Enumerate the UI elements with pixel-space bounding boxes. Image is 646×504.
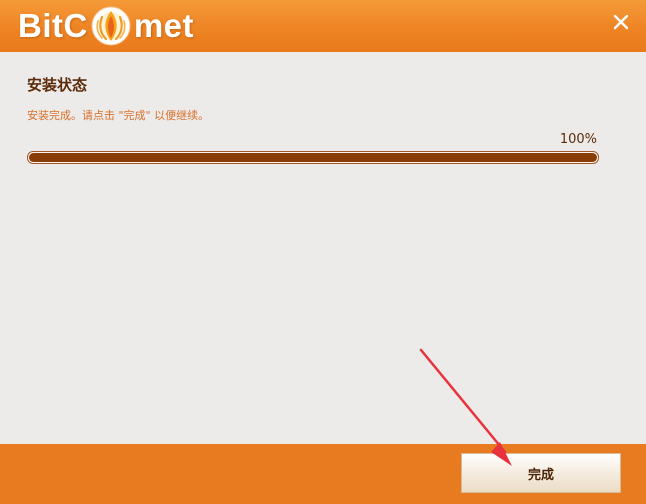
logo-text-suffix: met — [133, 7, 195, 44]
logo-text-prefix: BitC — [18, 7, 88, 44]
progress-bar-fill — [29, 153, 597, 162]
comet-flame-icon — [91, 6, 131, 46]
title-bar: BitC met — [0, 0, 646, 52]
status-message: 安装完成。请点击 "完成" 以便继续。 — [27, 109, 210, 122]
progress-percentage: 100% — [559, 132, 597, 147]
finish-button[interactable]: 完成 — [461, 453, 621, 493]
install-status-panel: 安装状态 安装完成。请点击 "完成" 以便继续。 100% — [27, 74, 599, 164]
bitcomet-logo: BitC met — [18, 4, 194, 48]
close-icon — [613, 14, 629, 30]
close-button[interactable] — [608, 9, 634, 35]
progress-bar — [27, 151, 599, 164]
status-title: 安装状态 — [27, 76, 88, 94]
